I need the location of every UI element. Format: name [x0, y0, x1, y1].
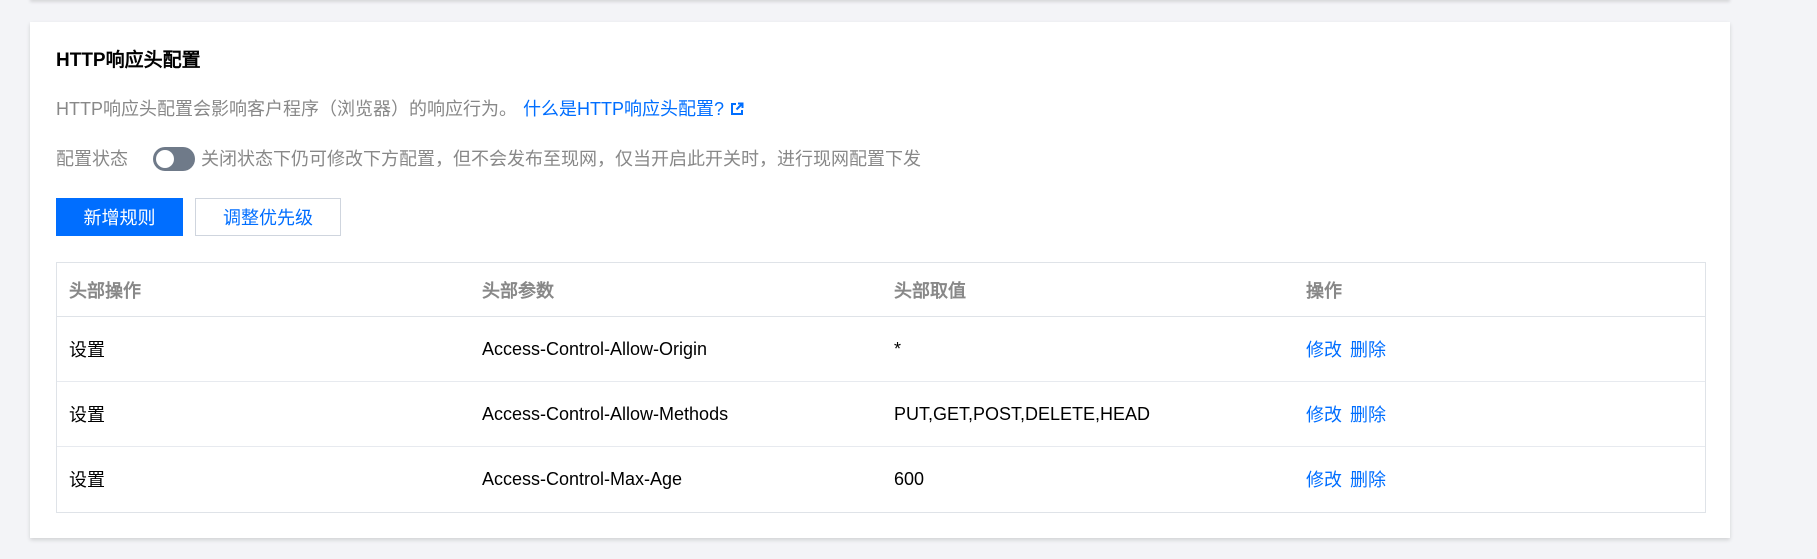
cell-param: Access-Control-Allow-Origin	[470, 316, 882, 382]
cell-actions: 修改 删除	[1294, 316, 1705, 382]
table-row: 设置 Access-Control-Max-Age 600 修改 删除	[57, 447, 1705, 512]
header-rules-table: 头部操作 头部参数 头部取值 操作 设置 Access-Control-Allo…	[56, 262, 1706, 513]
column-header-value: 头部取值	[882, 263, 1294, 317]
cell-operation: 设置	[57, 381, 470, 447]
cell-actions: 修改 删除	[1294, 447, 1705, 512]
cell-actions: 修改 删除	[1294, 381, 1705, 447]
toggle-knob	[156, 150, 174, 168]
table-row: 设置 Access-Control-Allow-Methods PUT,GET,…	[57, 381, 1705, 447]
http-header-config-card: HTTP响应头配置 HTTP响应头配置会影响客户程序（浏览器）的响应行为。 什么是…	[30, 22, 1730, 538]
help-link[interactable]: 什么是HTTP响应头配置?	[523, 99, 744, 119]
table-row: 设置 Access-Control-Allow-Origin * 修改 删除	[57, 316, 1705, 382]
edit-link[interactable]: 修改	[1306, 470, 1342, 490]
config-status-toggle[interactable]	[153, 147, 195, 171]
external-link-icon	[731, 102, 744, 115]
config-status-row: 配置状态 关闭状态下仍可修改下方配置，但不会发布至现网，仅当开启此开关时，进行现…	[56, 146, 921, 172]
cell-value: PUT,GET,POST,DELETE,HEAD	[882, 381, 1294, 447]
cell-operation: 设置	[57, 316, 470, 382]
section-description: HTTP响应头配置会影响客户程序（浏览器）的响应行为。	[56, 99, 517, 119]
cell-operation: 设置	[69, 470, 105, 490]
cell-value: 600	[894, 468, 925, 489]
section-title: HTTP响应头配置	[56, 50, 201, 71]
section-description-line: HTTP响应头配置会影响客户程序（浏览器）的响应行为。 什么是HTTP响应头配置?	[56, 97, 744, 121]
cell-value: *	[882, 316, 1294, 382]
edit-link[interactable]: 修改	[1306, 405, 1342, 425]
table-header-row: 头部操作 头部参数 头部取值 操作	[57, 263, 1705, 317]
edit-link[interactable]: 修改	[1306, 340, 1342, 360]
delete-link[interactable]: 删除	[1350, 405, 1386, 425]
cell-param: Access-Control-Max-Age	[482, 468, 683, 489]
config-status-hint: 关闭状态下仍可修改下方配置，但不会发布至现网，仅当开启此开关时，进行现网配置下发	[201, 149, 921, 169]
add-rule-button[interactable]: 新增规则	[56, 198, 183, 236]
column-header-param: 头部参数	[470, 263, 882, 317]
adjust-priority-button[interactable]: 调整优先级	[195, 198, 341, 236]
config-status-label: 配置状态	[56, 149, 128, 169]
help-link-text: 什么是HTTP响应头配置?	[523, 99, 725, 119]
delete-link[interactable]: 删除	[1350, 340, 1386, 360]
column-header-operation: 头部操作	[57, 263, 470, 317]
column-header-actions: 操作	[1294, 263, 1705, 317]
delete-link[interactable]: 删除	[1350, 470, 1386, 490]
cell-param: Access-Control-Allow-Methods	[470, 381, 882, 447]
